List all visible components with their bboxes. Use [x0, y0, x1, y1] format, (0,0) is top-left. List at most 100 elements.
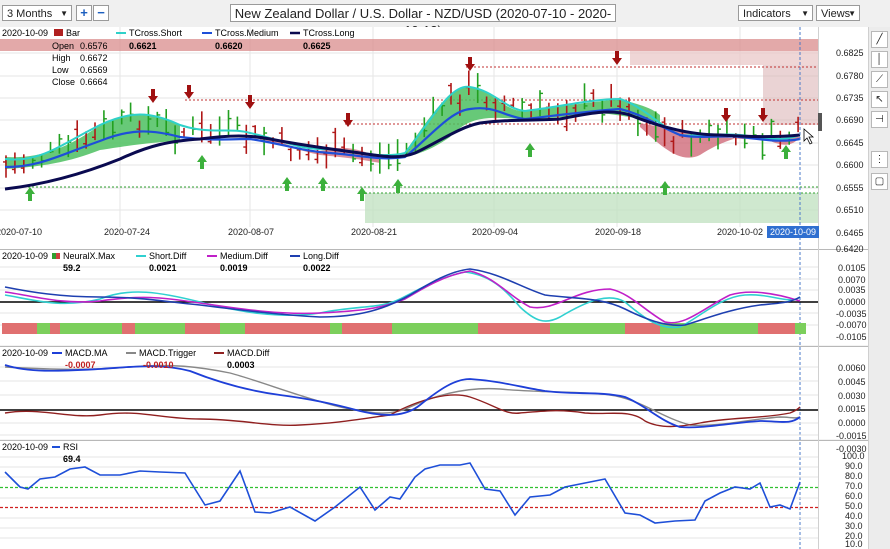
macd-tick: 0.0060 [838, 363, 866, 373]
legend-tcs: 0.6621 [129, 41, 157, 51]
rsi-axis[interactable]: 100.0 90.0 80.0 70.0 60.0 50.0 40.0 30.0… [842, 451, 865, 549]
measure-tool-icon[interactable]: ⊣ [871, 111, 888, 128]
neuralx-swatch [56, 253, 60, 259]
price-tick: 0.6510 [836, 205, 864, 215]
zoom-out-button[interactable]: − [93, 5, 109, 21]
note-tool-icon[interactable]: ▢ [871, 173, 888, 190]
macd-tick: 0.0030 [838, 391, 866, 401]
neuralx-band [550, 323, 625, 334]
price-tick: 0.6645 [836, 138, 864, 148]
neuralx-band [342, 323, 392, 334]
zoom-in-button[interactable]: + [76, 5, 92, 21]
date-tick: 2020-08-07 [228, 227, 274, 237]
legend-nm-label: NeuralX.Max [63, 251, 116, 261]
resistance-zone-recent [763, 65, 818, 125]
period-select[interactable]: 3 Months ▼ [2, 5, 72, 21]
legend-nm: 59.2 [63, 263, 81, 273]
ray-tool-icon[interactable]: ⟋ [871, 71, 888, 88]
support-zone [365, 193, 818, 223]
neural-tick: -0.0035 [836, 309, 867, 319]
neuralx-band [2, 323, 37, 334]
legend-df: 0.0003 [227, 360, 255, 370]
macd-tick: 0.0045 [838, 377, 866, 387]
neuralx-band [185, 323, 220, 334]
neuralx-band [330, 323, 342, 334]
trendline-tool-icon[interactable]: ╱ [871, 31, 888, 48]
fibonacci-tool-icon[interactable]: ⋮ [871, 151, 888, 168]
neural-tick: -0.0105 [836, 332, 867, 342]
bar-legend-swatch [54, 29, 63, 36]
neuralx-band [758, 323, 795, 334]
neural-tick: 0.0105 [838, 263, 866, 273]
chart-title: New Zealand Dollar / U.S. Dollar - NZD/U… [230, 4, 616, 38]
macd-tick: -0.0015 [836, 431, 867, 441]
price-tick: 0.6735 [836, 93, 864, 103]
legend-low: 0.6569 [80, 65, 108, 75]
price-tick: 0.6825 [836, 48, 864, 58]
price-tick: 0.6465 [836, 228, 864, 238]
legend-ld-label: Long.Diff [303, 251, 339, 261]
legend-ma: -0.0007 [65, 360, 96, 370]
macd-axis[interactable]: 0.0060 0.0045 0.0030 0.0015 0.0000 -0.00… [836, 363, 867, 454]
price-tick: 0.6420 [836, 244, 864, 254]
neuralx-band [220, 323, 245, 334]
chevron-down-icon: ▼ [60, 9, 68, 18]
legend-open: 0.6576 [80, 41, 108, 51]
price-tick: 0.6555 [836, 183, 864, 193]
legend-ld: 0.0022 [303, 263, 331, 273]
chart-area: 0.6825 0.6780 0.6735 0.6690 0.6645 0.660… [0, 27, 868, 549]
indicators-select[interactable]: Indicators ▼ [738, 5, 813, 21]
neural-tick: 0.0000 [838, 297, 866, 307]
date-tick: 2020-08-21 [351, 227, 397, 237]
legend-bar: Bar [66, 28, 80, 38]
legend-open-label: Open [52, 41, 74, 51]
vertical-line-tool-icon[interactable]: │ [871, 51, 888, 68]
period-value: 3 Months [7, 8, 53, 20]
axis-scroll-thumb[interactable] [818, 113, 822, 131]
neuralx-band [392, 323, 478, 334]
legend-rsi: 69.4 [63, 454, 81, 464]
resistance-zone [0, 39, 818, 51]
legend-ma-label: MACD.MA [65, 348, 108, 358]
legend-low-label: Low [52, 65, 69, 75]
neuralx-band [478, 323, 550, 334]
neuralx-band [625, 323, 660, 334]
macd-tick: 0.0000 [838, 418, 866, 428]
neuralx-band [50, 323, 60, 334]
legend-close-label: Close [52, 77, 75, 87]
rsi-tick: 40.0 [845, 511, 863, 521]
neural-tick: 0.0035 [838, 285, 866, 295]
date-tick: 2020-09-18 [595, 227, 641, 237]
drawing-tools-bar: ╱ │ ⟋ ↖ ⊣ ⋮ ▢ [868, 27, 890, 549]
legend-tcl: 0.6625 [303, 41, 331, 51]
legend-date: 2020-10-09 [2, 348, 48, 358]
date-highlight: 2020-10-09 [770, 227, 816, 237]
rsi-tick: 90.0 [845, 461, 863, 471]
legend-tr: -0.0010 [143, 360, 174, 370]
legend-date: 2020-10-09 [2, 442, 48, 452]
neural-tick: -0.0070 [836, 320, 867, 330]
date-tick: 2020-10-02 [717, 227, 763, 237]
legend-tr-label: MACD.Trigger [139, 348, 196, 358]
cursor-tool-icon[interactable]: ↖ [871, 91, 888, 108]
legend-sd: 0.0021 [149, 263, 177, 273]
legend-date: 2020-10-09 [2, 251, 48, 261]
legend-tcm-label: TCross.Medium [215, 28, 279, 38]
legend-tcl-label: TCross.Long [303, 28, 355, 38]
legend-date: 2020-10-09 [2, 28, 48, 38]
neuralx-band [135, 323, 185, 334]
rsi-tick: 60.0 [845, 491, 863, 501]
date-tick: 2020-07-24 [104, 227, 150, 237]
views-select[interactable]: Views ▼ [816, 5, 860, 21]
neuralx-band [795, 323, 806, 334]
legend-high-label: High [52, 53, 71, 63]
rsi-tick: 100.0 [842, 451, 865, 461]
date-tick: 2020-09-04 [472, 227, 518, 237]
legend-high: 0.6672 [80, 53, 108, 63]
macd-panel-bg [0, 347, 868, 439]
neuralx-band [37, 323, 50, 334]
rsi-tick: 50.0 [845, 501, 863, 511]
legend-close: 0.6664 [80, 77, 108, 87]
rsi-tick: 80.0 [845, 471, 863, 481]
legend-md: 0.0019 [220, 263, 248, 273]
